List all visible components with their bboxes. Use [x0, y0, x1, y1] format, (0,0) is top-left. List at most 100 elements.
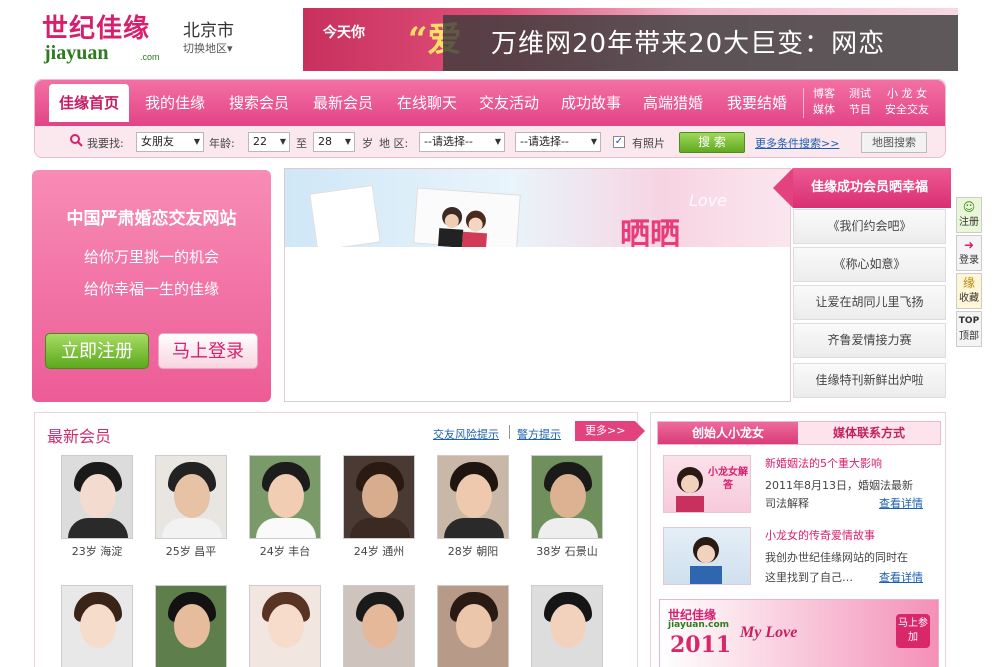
member-card[interactable]	[531, 585, 603, 667]
register-button[interactable]: 立即注册	[45, 333, 149, 369]
nav-test-label: 测试	[849, 87, 871, 100]
member-photo-face	[268, 604, 304, 648]
join-now-badge[interactable]: 马上参加	[896, 614, 930, 648]
member-caption: 25岁 昌平	[165, 545, 217, 558]
article-title[interactable]: 小龙女的传奇爱情故事	[765, 527, 875, 543]
promo-title: 中国严肃婚恋交友网站	[66, 209, 237, 229]
member-card[interactable]: 24岁 丰台	[249, 455, 321, 559]
age-label: 年龄:	[209, 137, 235, 150]
nav-my-jiayuan[interactable]: 我的佳缘	[135, 90, 215, 116]
founder-tabs: 创始人小龙女 媒体联系方式	[657, 421, 941, 445]
area-label: 地 区:	[379, 137, 409, 150]
newest-members-title: 最新会员	[47, 427, 112, 446]
member-card[interactable]	[61, 585, 133, 667]
slideshow-image: Love 晒晒	[285, 169, 790, 247]
member-photo	[61, 455, 133, 539]
current-city: 北京市	[183, 21, 234, 41]
has-photo-checkbox[interactable]: ✓	[613, 136, 625, 148]
province-select[interactable]: --请选择--	[419, 132, 505, 152]
member-card[interactable]	[249, 585, 321, 667]
link-separator	[509, 425, 510, 439]
shaishai-text: 晒晒	[620, 217, 680, 247]
member-card[interactable]: 28岁 朝阳	[437, 455, 509, 559]
member-photo-body	[256, 518, 316, 538]
nav-programs-label: 节目	[849, 103, 871, 116]
member-card[interactable]	[437, 585, 509, 667]
search-button[interactable]: 搜 索	[679, 132, 745, 153]
member-photo	[437, 585, 509, 667]
photo-card	[309, 184, 381, 247]
side-login-button[interactable]: ➜ 登录	[956, 235, 982, 271]
success-item[interactable]: 《我们约会吧》	[793, 209, 946, 244]
mylove-event-banner[interactable]: 世纪佳缘 jiayuan.com 2011 My Love 马上参加	[659, 599, 939, 667]
police-tips-link[interactable]: 警方提示	[517, 426, 561, 442]
member-photo-face	[80, 604, 116, 648]
age-from-select[interactable]: 22	[248, 132, 290, 152]
switch-city-link[interactable]: 切换地区▾	[183, 40, 233, 56]
login-button[interactable]: 马上登录	[158, 333, 258, 369]
top-ad-banner[interactable]: 今天你 “爱 万维网20年带来20大巨变：网恋	[303, 8, 958, 71]
article-title[interactable]: 新婚姻法的5个重大影响	[765, 455, 882, 471]
nav-new-members[interactable]: 最新会员	[303, 90, 383, 116]
success-item[interactable]: 齐鲁爱情接力赛	[793, 323, 946, 358]
has-photo-label: 有照片	[632, 137, 665, 150]
nav-safe-dating[interactable]: 小 龙 女 安全交友	[879, 86, 935, 118]
success-item[interactable]: 《称心如意》	[793, 247, 946, 282]
advanced-search-link[interactable]: 更多条件搜索>>	[755, 135, 839, 151]
promo-panel: 中国严肃婚恋交友网站 给你万里挑一的机会 给你幸福一生的佳缘 立即注册 马上登录	[32, 170, 271, 402]
member-photo-face	[174, 474, 210, 518]
more-members-button[interactable]: 更多>>	[575, 421, 645, 441]
featured-slideshow[interactable]: Love 晒晒	[284, 168, 791, 402]
nav-events[interactable]: 交友活动	[469, 90, 549, 116]
age-to-select[interactable]: 28	[313, 132, 355, 152]
member-card[interactable]: 24岁 通州	[343, 455, 415, 559]
dating-risk-link[interactable]: 交友风险提示	[433, 426, 499, 442]
nav-online-chat[interactable]: 在线聊天	[387, 90, 467, 116]
nav-bar: 佳缘首页 我的佳缘 搜索会员 最新会员 在线聊天 交友活动 成功故事 高端猎婚 …	[35, 80, 945, 126]
side-top-button[interactable]: TOP 顶部	[956, 311, 982, 347]
promo-line-2: 给你幸福一生的佳缘	[83, 280, 219, 298]
article-summary: 2011年8月13日，婚姻法最新	[765, 479, 913, 492]
nav-xiaolongnv-label: 小 龙 女	[887, 87, 927, 100]
find-select[interactable]: 女朋友	[136, 132, 204, 152]
view-details-link[interactable]: 查看详情	[879, 495, 923, 511]
article-summary: 我创办世纪佳缘网站的同时在	[765, 551, 908, 564]
member-card[interactable]	[155, 585, 227, 667]
city-select[interactable]: --请选择--	[515, 132, 601, 152]
nav-home[interactable]: 佳缘首页	[49, 84, 129, 122]
member-photo-face	[268, 474, 304, 518]
founder-photo[interactable]: 小龙女解答	[663, 455, 751, 513]
nav-blog-media[interactable]: 博客 媒体	[809, 86, 839, 118]
success-item[interactable]: 佳缘特刊新鲜出炉啦	[793, 363, 946, 398]
member-card[interactable]: 23岁 海淀	[61, 455, 133, 559]
site-logo[interactable]: 世纪佳缘 jiayuan .com	[42, 8, 172, 66]
nav-search-members[interactable]: 搜索会员	[219, 90, 299, 116]
nav-premium-matching[interactable]: 高端猎婚	[633, 90, 713, 116]
member-card[interactable]	[343, 585, 415, 667]
side-register-button[interactable]: ☺ 注册	[956, 197, 982, 233]
side-favorite-label: 收藏	[959, 293, 979, 304]
founder-article: 小龙女的传奇爱情故事 我创办世纪佳缘网站的同时在 这里找到了自己… 查看详情	[663, 527, 943, 587]
logo-en-text: jiayuan	[44, 42, 109, 64]
nav-success-stories[interactable]: 成功故事	[551, 90, 631, 116]
search-icon	[70, 134, 83, 147]
promo-line-1: 给你万里挑一的机会	[83, 248, 219, 266]
member-photo-face	[550, 604, 586, 648]
member-photo-body	[162, 518, 222, 538]
member-photo	[343, 455, 415, 539]
side-favorite-button[interactable]: 缘 收藏	[956, 273, 982, 309]
member-photo	[343, 585, 415, 667]
banner-caption-overlay: 万维网20年带来20大巨变：网恋	[443, 15, 958, 71]
member-card[interactable]: 25岁 昌平	[155, 455, 227, 559]
find-label: 我要找:	[87, 137, 124, 150]
success-item[interactable]: 让爱在胡同儿里飞扬	[793, 285, 946, 320]
view-details-link[interactable]: 查看详情	[879, 569, 923, 585]
map-search-button[interactable]: 地图搜索	[861, 132, 927, 153]
tab-media-contact[interactable]: 媒体联系方式	[798, 422, 940, 444]
tab-founder[interactable]: 创始人小龙女	[658, 422, 798, 444]
banner-year: 2011	[670, 632, 732, 658]
founder-photo[interactable]	[663, 527, 751, 585]
member-card[interactable]: 38岁 石景山	[531, 455, 603, 559]
nav-get-married[interactable]: 我要结婚	[717, 90, 797, 116]
nav-test-programs[interactable]: 测试 节目	[845, 86, 875, 118]
